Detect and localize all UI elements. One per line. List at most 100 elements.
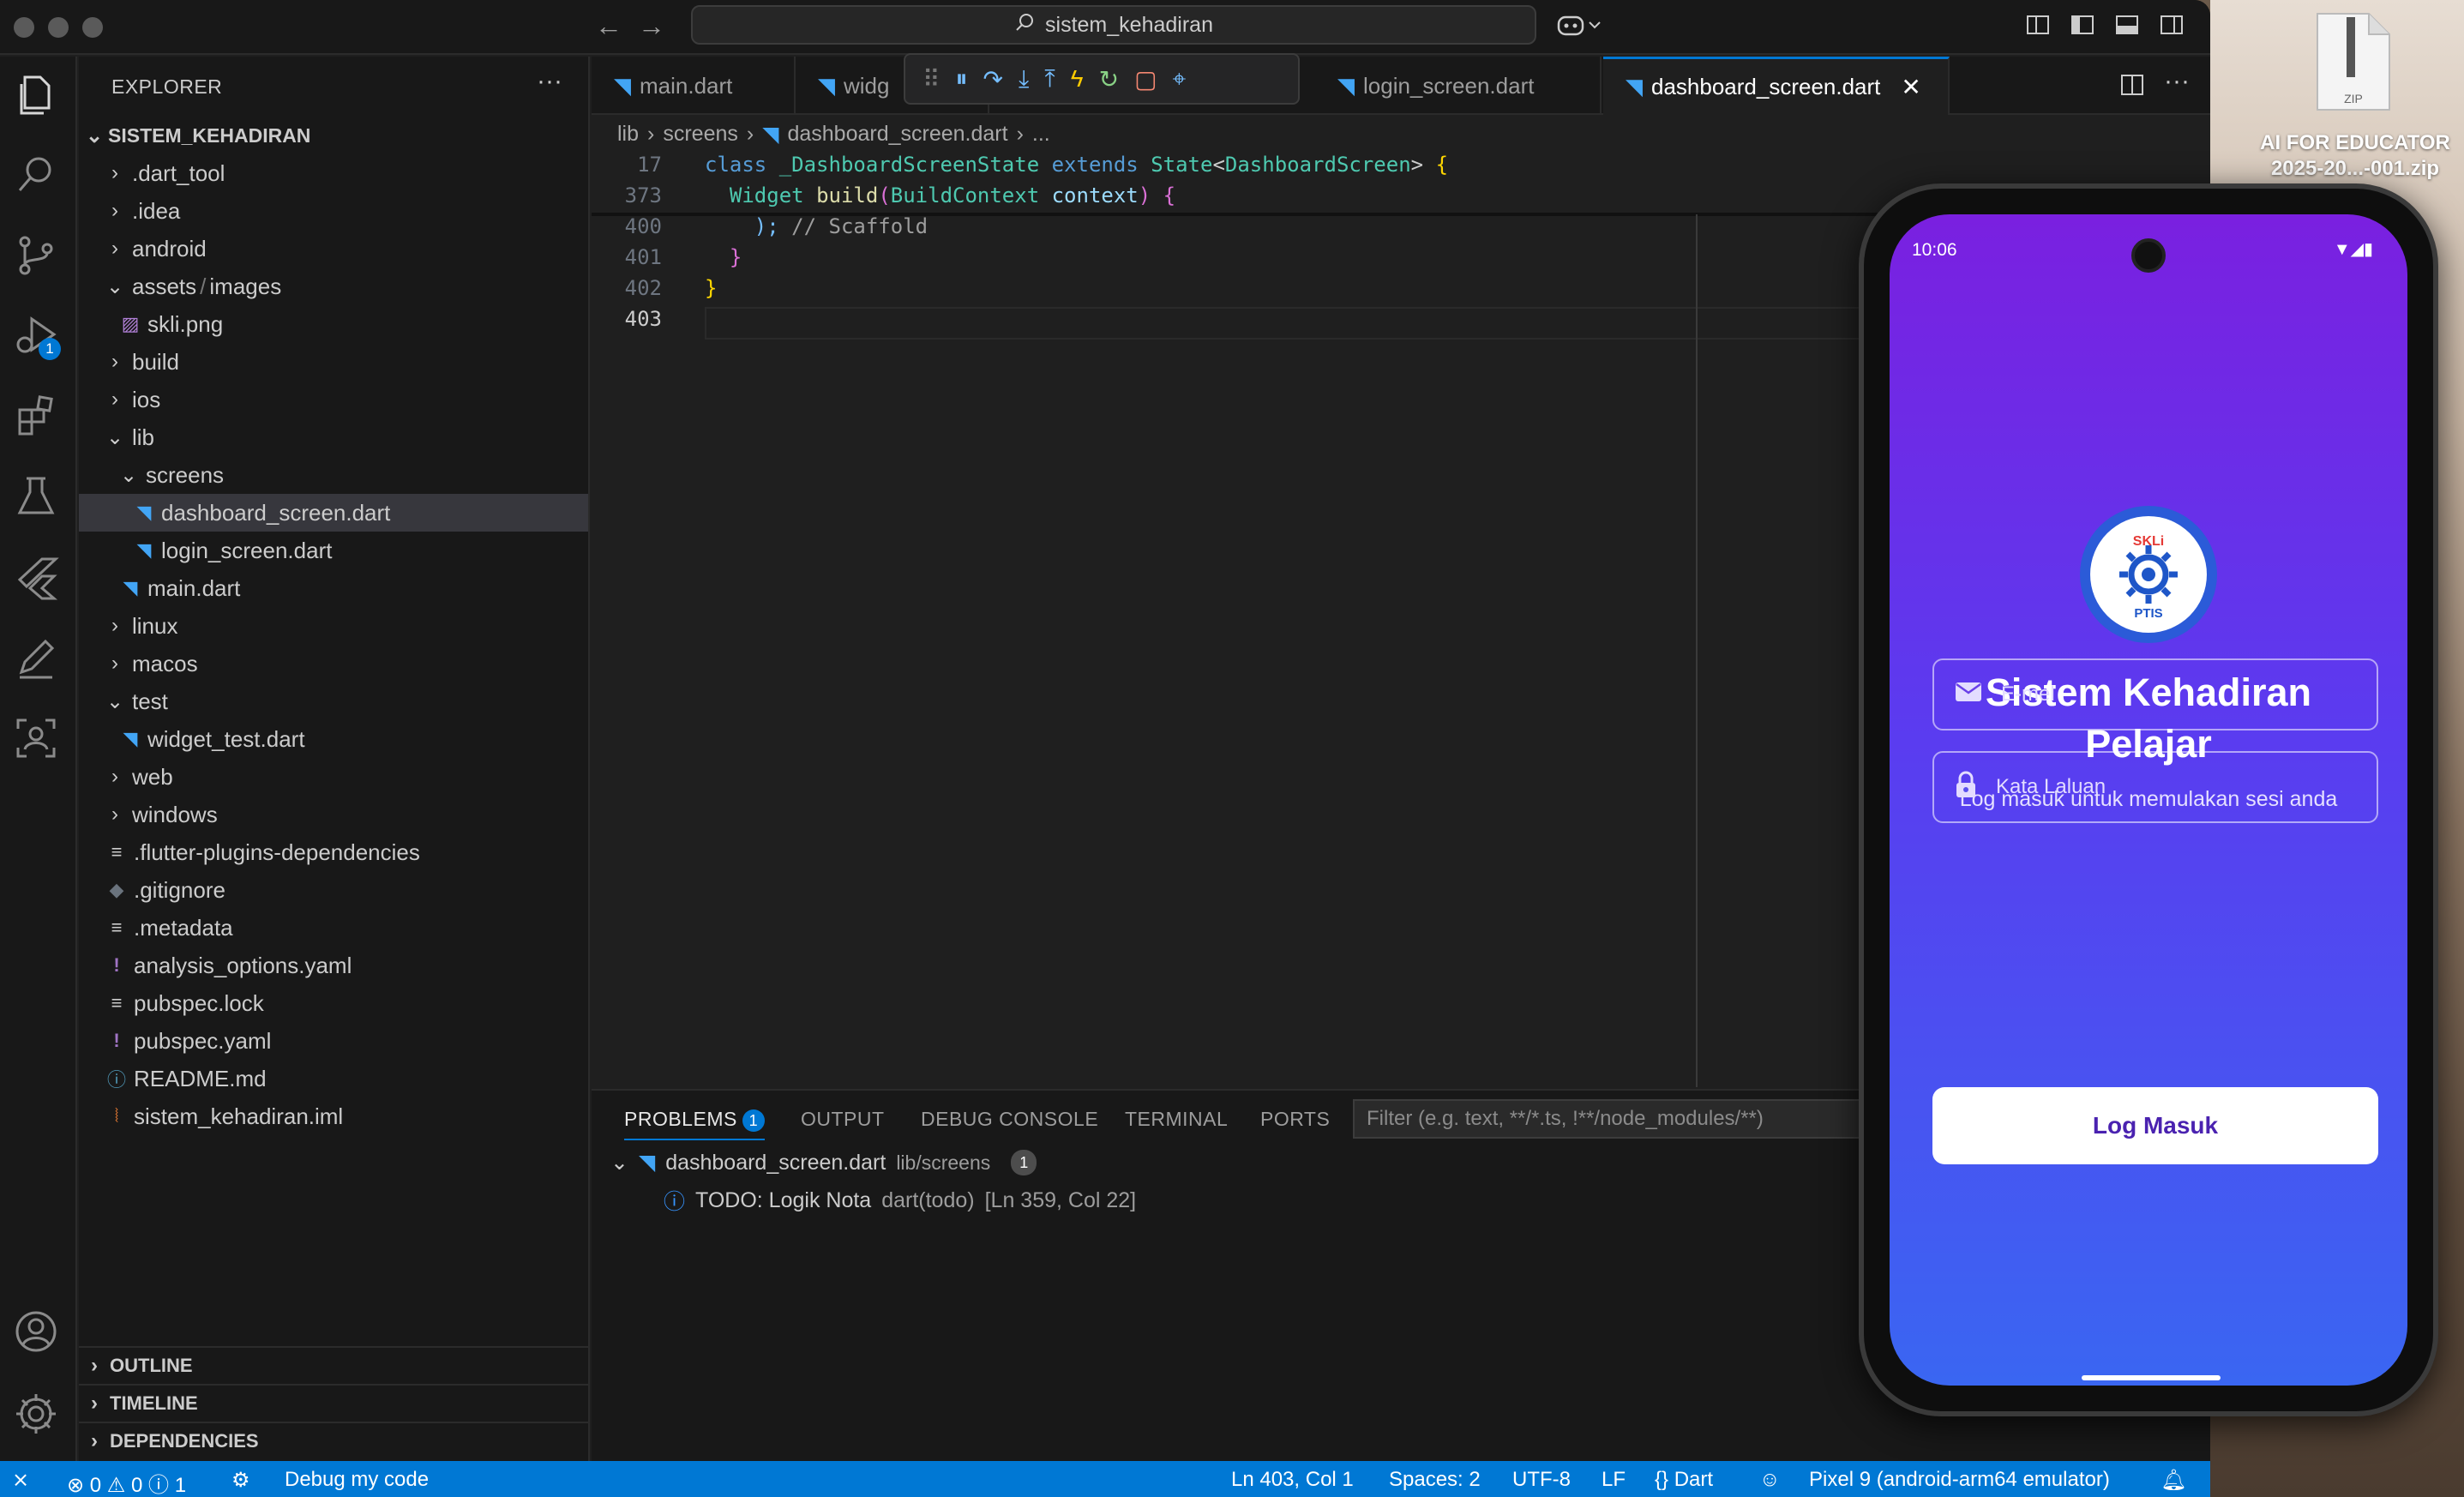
flutter-icon[interactable] [13,554,64,605]
hot-reload-icon[interactable]: ϟ [1071,65,1084,93]
copilot-status-icon[interactable]: ☺ [1759,1468,1781,1492]
tab-output[interactable]: OUTPUT [801,1108,885,1131]
back-arrow-icon[interactable]: ← [595,10,622,42]
editor-more-actions-icon[interactable]: ··· [2164,67,2190,96]
tree-item-pubspec-yaml[interactable]: ! pubspec.yaml [79,1022,588,1060]
tab-debug-console[interactable]: DEBUG CONSOLE [921,1108,1098,1131]
tree-item-readme[interactable]: ⓘ README.md [79,1060,588,1097]
tree-item-analysis-options[interactable]: ! analysis_options.yaml [79,947,588,984]
tab-dashboard-screen[interactable]: ◥ dashboard_screen.dart ✕ [1603,57,1950,115]
close-window-button[interactable] [14,17,34,38]
remote-explorer-icon[interactable] [13,715,64,767]
testing-icon[interactable] [13,473,64,525]
step-into-icon[interactable]: ⤓ [1019,65,1029,93]
maximize-window-button[interactable] [82,17,103,38]
settings-gear-icon[interactable] [13,1391,64,1442]
password-field[interactable]: Kata Laluan [1932,751,2378,823]
inspect-widget-icon[interactable]: ⌖ [1173,65,1187,93]
cursor-position[interactable]: Ln 403, Col 1 [1231,1468,1354,1492]
login-button[interactable]: Log Masuk [1932,1087,2378,1164]
tree-item-iml[interactable]: ⦚ sistem_kehadiran.iml [79,1097,588,1135]
tree-item-test[interactable]: ⌄ test [79,682,588,720]
gesture-home-bar[interactable] [2082,1375,2221,1380]
tree-item-flutter-plugins[interactable]: ≡ .flutter-plugins-dependencies [79,833,588,871]
run-debug-icon[interactable]: 1 [13,312,64,364]
tab-ports[interactable]: PORTS [1260,1108,1330,1131]
dependencies-section[interactable]: › DEPENDENCIES [79,1422,588,1459]
explorer-more-actions[interactable]: ··· [537,67,562,96]
stop-icon[interactable]: ▢ [1134,65,1157,93]
search-icon[interactable] [13,151,64,202]
minimize-window-button[interactable] [48,17,69,38]
tree-item-android[interactable]: › android [79,230,588,268]
restart-icon[interactable]: ↻ [1099,65,1119,93]
breadcrumb-item[interactable]: ... [1032,122,1050,147]
customize-layout-icon[interactable] [2025,12,2051,38]
problem-item[interactable]: ⓘ TODO: Logik Nota dart(todo) [Ln 359, C… [664,1183,1136,1217]
notifications-bell-icon[interactable]: 🔔︎ [2161,1468,2186,1493]
tree-item-gitignore[interactable]: ◆ .gitignore [79,871,588,909]
source-control-icon[interactable] [13,231,64,283]
tree-item-build[interactable]: › build [79,343,588,381]
problems-filter-input[interactable]: Filter (e.g. text, **/*.ts, !**/node_mod… [1353,1099,1902,1139]
tab-terminal[interactable]: TERMINAL [1125,1108,1228,1131]
tree-item-skli-png[interactable]: ▨ skli.png [79,305,588,343]
extensions-icon[interactable] [13,393,64,444]
zip-file-label[interactable]: AI FOR EDUCATOR 2025-20...-001.zip [2246,130,2464,182]
pause-icon[interactable]: ⏸ [956,65,968,93]
drag-handle-icon[interactable]: ⠿ [922,65,941,93]
workspace-root[interactable]: ⌄ SISTEM_KEHADIRAN [79,117,588,154]
eol-status[interactable]: LF [1602,1468,1626,1492]
tree-item-lib[interactable]: ⌄ lib [79,418,588,456]
tab-login-screen[interactable]: ◥ login_screen.dart [1315,57,1602,115]
debug-status[interactable]: Debug my code [285,1468,429,1492]
problems-status[interactable]: ⊗ 0 ⚠ 0 ⓘ 1 [67,1468,186,1497]
outline-section[interactable]: › OUTLINE [79,1346,588,1384]
encoding-status[interactable]: UTF-8 [1512,1468,1571,1492]
tree-item-metadata[interactable]: ≡ .metadata [79,909,588,947]
tree-item-dashboard-screen[interactable]: ◥ dashboard_screen.dart [79,494,588,532]
code-line-17[interactable]: 17 class _DashboardScreenState extends S… [592,153,1878,183]
tree-item-linux[interactable]: › linux [79,607,588,645]
close-tab-icon[interactable]: ✕ [1901,73,1920,101]
indentation-status[interactable]: Spaces: 2 [1389,1468,1481,1492]
code-line-403[interactable]: 403 [592,307,1878,338]
tab-main-dart[interactable]: ◥ main.dart [592,57,796,115]
tree-item-idea[interactable]: › .idea [79,192,588,230]
tree-item-pubspec-lock[interactable]: ≡ pubspec.lock [79,984,588,1022]
tree-item-web[interactable]: › web [79,758,588,796]
forward-arrow-icon[interactable]: → [638,10,665,42]
copilot-icon[interactable] [1557,12,1601,38]
language-status[interactable]: {} Dart [1655,1468,1713,1492]
code-line-373[interactable]: 373 Widget build(BuildContext context) { [592,183,1878,214]
tree-item-dart-tool[interactable]: › .dart_tool [79,154,588,192]
tree-item-login-screen[interactable]: ◥ login_screen.dart [79,532,588,569]
tree-item-widget-test[interactable]: ◥ widget_test.dart [79,720,588,758]
toggle-primary-sidebar-icon[interactable] [2070,12,2095,38]
tree-item-main-dart[interactable]: ◥ main.dart [79,569,588,607]
tab-problems[interactable]: PROBLEMS 1 [624,1108,765,1140]
step-out-icon[interactable]: ⤒ [1044,65,1055,93]
problem-file-row[interactable]: ⌄ ◥ dashboard_screen.dart lib/screens 1 [610,1145,1037,1180]
split-editor-icon[interactable] [2119,72,2145,102]
tree-item-ios[interactable]: › ios [79,381,588,418]
toggle-secondary-sidebar-icon[interactable] [2159,12,2185,38]
remote-icon[interactable]: ⨯ [12,1468,29,1493]
code-line-401[interactable]: 401 } [592,245,1878,276]
step-over-icon[interactable]: ↷ [983,65,1003,93]
breadcrumb-item[interactable]: screens [663,122,738,147]
accounts-icon[interactable] [13,1308,64,1360]
code-line-400[interactable]: 400 ); // Scaffold [592,214,1878,245]
zip-file-icon[interactable]: ZIP [2312,12,2393,113]
tree-item-assets-images[interactable]: ⌄ assets / images [79,268,588,305]
email-field[interactable]: E-mel [1932,658,2378,730]
pencil-icon[interactable] [13,634,64,686]
code-line-402[interactable]: 402 } [592,276,1878,307]
explorer-icon[interactable] [13,70,64,122]
command-center-search[interactable]: sistem_kehadiran [691,5,1536,45]
tree-item-screens[interactable]: ⌄ screens [79,456,588,494]
toggle-panel-icon[interactable] [2114,12,2140,38]
device-status[interactable]: Pixel 9 (android-arm64 emulator) [1809,1468,2110,1492]
tree-item-windows[interactable]: › windows [79,796,588,833]
breadcrumb-item[interactable]: lib [617,122,639,147]
